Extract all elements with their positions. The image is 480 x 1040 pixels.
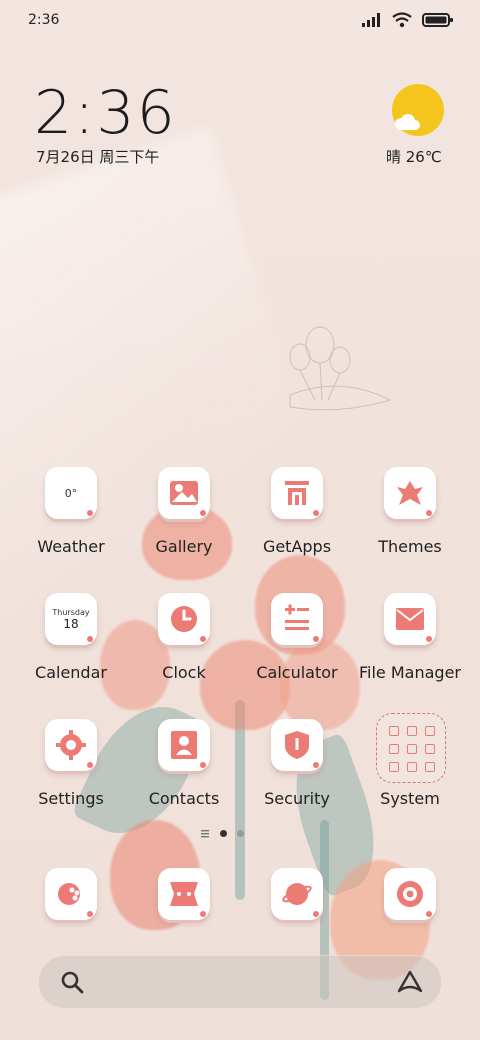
app-security[interactable]: Security: [241, 719, 353, 829]
app-calendar[interactable]: Thursday 18 Calendar: [15, 593, 127, 703]
calculator-icon[interactable]: [271, 593, 323, 645]
gear-icon[interactable]: [45, 719, 97, 771]
calendar-icon[interactable]: Thursday 18: [45, 593, 97, 645]
love-sketch-decoration: [289, 326, 392, 411]
calendar-icon-date: 18: [63, 616, 79, 631]
app-file-manager[interactable]: File Manager: [354, 593, 466, 703]
battery-icon: [422, 13, 453, 27]
app-system-folder[interactable]: System: [354, 713, 466, 829]
folder-icon[interactable]: [376, 713, 446, 783]
search-icon[interactable]: [60, 970, 84, 994]
app-gallery[interactable]: Gallery: [128, 467, 240, 577]
page-dot[interactable]: [237, 829, 244, 837]
page-indicator[interactable]: [200, 828, 244, 838]
weather-icon-text: 0°: [64, 486, 78, 500]
cloud-icon: [395, 114, 420, 130]
status-time: 2:36: [28, 12, 60, 28]
messages-icon[interactable]: [158, 868, 210, 920]
gallery-icon[interactable]: [158, 467, 210, 519]
app-calculator[interactable]: Calculator: [241, 593, 353, 703]
search-bar[interactable]: [38, 955, 442, 1009]
app-contacts[interactable]: Contacts: [128, 719, 240, 829]
wifi-icon: [392, 12, 412, 28]
app-themes[interactable]: Themes: [354, 467, 466, 577]
app-weather[interactable]: 0° Weather: [15, 467, 127, 577]
app-label: File Manager: [359, 663, 461, 682]
page-dot-active[interactable]: [220, 829, 227, 837]
app-label: System: [380, 789, 440, 808]
dock: [0, 868, 480, 928]
app-getapps[interactable]: GetApps: [241, 467, 353, 577]
shield-icon[interactable]: [271, 719, 323, 771]
app-clock[interactable]: Clock: [128, 593, 240, 703]
clock-widget-time[interactable]: 2:36: [34, 78, 177, 148]
getapps-icon[interactable]: [271, 467, 323, 519]
app-label: Themes: [378, 537, 442, 556]
calendar-icon-day: Thursday: [52, 607, 90, 617]
list-icon[interactable]: [200, 828, 210, 838]
clock-icon[interactable]: [158, 593, 210, 645]
camera-icon[interactable]: [384, 868, 436, 920]
app-settings[interactable]: Settings: [15, 719, 127, 829]
themes-icon[interactable]: [384, 467, 436, 519]
browser-icon[interactable]: [271, 868, 323, 920]
weather-condition-temp[interactable]: 晴 26℃: [386, 146, 442, 167]
clock-widget-date[interactable]: 7月26日 周三下午: [36, 146, 159, 167]
weather-icon[interactable]: 0°: [45, 467, 97, 519]
phone-icon[interactable]: [45, 868, 97, 920]
status-bar: 2:36: [0, 0, 480, 40]
home-screen: 2:36 2:36 7月26日 周三下午 晴 26℃ 0° Weather Ga…: [0, 0, 480, 1040]
contacts-icon[interactable]: [158, 719, 210, 771]
assistant-icon[interactable]: [396, 969, 424, 995]
mail-icon[interactable]: [384, 593, 436, 645]
signal-icon: [362, 13, 380, 27]
